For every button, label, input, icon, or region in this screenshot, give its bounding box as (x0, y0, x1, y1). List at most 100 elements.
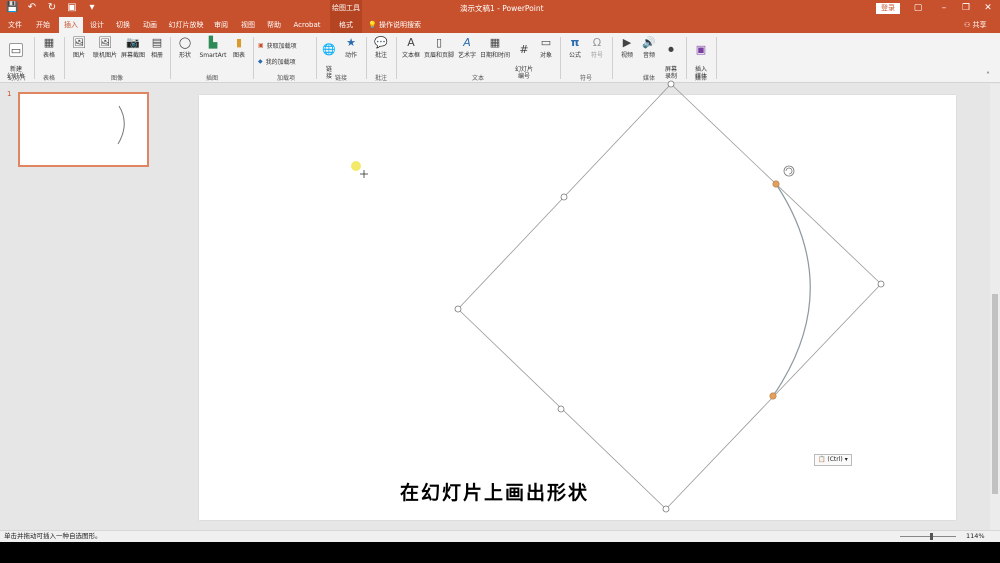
ribbon-separator (253, 37, 254, 79)
smartart-button[interactable]: ▙ SmartArt (198, 36, 228, 59)
object-label: 对象 (539, 52, 552, 59)
slide-thumbnail[interactable] (18, 92, 149, 167)
group-text-label: 文本 (471, 75, 484, 82)
zoom-slider[interactable] (900, 533, 956, 540)
ribbon-separator (716, 37, 717, 79)
ribbon-display-options-icon[interactable]: ▢ (908, 0, 928, 17)
header-footer-button[interactable]: ▯ 页眉和页脚 (423, 36, 455, 59)
object-button[interactable]: ▭ 对象 (537, 36, 555, 59)
search-box[interactable]: 💡 操作说明搜索 (368, 17, 421, 33)
minimize-icon[interactable]: – (934, 0, 954, 17)
tab-review[interactable]: 审阅 (210, 17, 232, 33)
tab-slideshow[interactable]: 幻灯片放映 (166, 17, 206, 33)
object-icon: ▭ (540, 36, 552, 49)
share-label: 共享 (972, 21, 987, 29)
vertical-scrollbar[interactable] (990, 84, 1000, 530)
group-comments-label: 批注 (374, 75, 387, 82)
ribbon-separator (560, 37, 561, 79)
speaker-icon: 🔊 (642, 36, 656, 49)
picture-button[interactable]: 🖼 图片 (68, 36, 90, 59)
zoom-slider-knob[interactable] (930, 533, 933, 540)
tab-acrobat[interactable]: Acrobat (290, 17, 324, 33)
equation-button[interactable]: π 公式 (564, 36, 586, 59)
slide-thumbnail-number: 1 (7, 90, 12, 98)
equation-label: 公式 (568, 52, 581, 59)
action-label: 动作 (344, 52, 357, 59)
tab-animations[interactable]: 动画 (138, 17, 162, 33)
ribbon: ▭ 新建 幻灯片 幻灯片 ▦ 表格 表格 🖼 图片 🖼 联机图片 📷 屏幕截图 … (0, 33, 1000, 83)
ribbon-separator (686, 37, 687, 79)
person-icon: ⚇ (964, 21, 971, 29)
ribbon-tabs: 文件 开始 插入 设计 切换 动画 幻灯片放映 审阅 视图 帮助 Acrobat… (0, 17, 1000, 33)
wordart-label: 艺术字 (457, 52, 476, 59)
collapse-ribbon-icon[interactable]: ˄ (986, 71, 990, 80)
tab-home[interactable]: 开始 (30, 17, 56, 33)
shapes-button[interactable]: ◯ 形状 (174, 36, 196, 59)
tab-file[interactable]: 文件 (4, 17, 26, 33)
group-symbols-label: 符号 (579, 75, 592, 82)
tab-insert[interactable]: 插入 (59, 17, 83, 33)
clipboard-icon: 📋 (818, 456, 826, 463)
video-caption: 在幻灯片上画出形状 (400, 482, 590, 504)
quick-access-toolbar: 💾 ↶ ↻ ▣ ▾ (6, 2, 98, 13)
new-slide-icon: ▭ (9, 43, 23, 57)
insert-media-icon: ▣ (695, 43, 707, 56)
zoom-level[interactable]: 114% (966, 531, 985, 542)
start-from-beginning-icon[interactable]: ▣ (66, 2, 78, 13)
search-label: 操作说明搜索 (378, 21, 421, 29)
group-links-label: 链接 (334, 75, 347, 82)
album-button[interactable]: ▤ 相册 (148, 36, 166, 59)
group-images-label: 图像 (110, 75, 123, 82)
paste-options-button[interactable]: 📋 (Ctrl) ▾ (814, 454, 852, 466)
get-addins-button[interactable]: ▣ 获取加载项 (258, 41, 297, 50)
camera-icon: 📷 (126, 36, 140, 49)
my-addins-button[interactable]: ◆ 我的加载项 (258, 57, 296, 66)
star-action-icon: ★ (346, 36, 356, 49)
status-bar: 单击并拖动可插入一种自选图形。 114% (0, 530, 1000, 542)
datetime-button[interactable]: ▦ 日期和时间 (479, 36, 511, 59)
tab-view[interactable]: 视图 (237, 17, 259, 33)
restore-icon[interactable]: ❐ (956, 0, 976, 17)
screen-record-icon: ⏺ (668, 43, 674, 56)
comment-label: 批注 (374, 52, 387, 59)
video-button[interactable]: ▶ 视频 (616, 36, 638, 59)
audio-button[interactable]: 🔊 音频 (639, 36, 659, 59)
tab-format[interactable]: 格式 (330, 17, 362, 33)
textbox-button[interactable]: A 文本框 (400, 36, 422, 59)
chart-button[interactable]: ▮ 图表 (229, 36, 249, 59)
group-media-label: 媒体 (642, 75, 655, 82)
pi-icon: π (570, 36, 580, 49)
share-button[interactable]: ⚇ 共享 (964, 17, 987, 33)
tab-design[interactable]: 设计 (86, 17, 108, 33)
customize-qat-icon[interactable]: ▾ (86, 2, 98, 13)
globe-link-icon: 🌐 (322, 43, 336, 56)
symbol-button[interactable]: Ω 符号 (587, 36, 607, 59)
smartart-label: SmartArt (199, 52, 227, 59)
thumbnail-arc-preview (117, 105, 125, 145)
login-button[interactable]: 登录 (876, 3, 900, 14)
album-label: 相册 (150, 52, 163, 59)
close-icon[interactable]: ✕ (978, 0, 998, 17)
online-picture-label: 联机图片 (92, 52, 117, 59)
action-button[interactable]: ★ 动作 (341, 36, 361, 59)
table-button[interactable]: ▦ 表格 (38, 36, 60, 59)
wordart-button[interactable]: A 艺术字 (456, 36, 478, 59)
comment-button[interactable]: 💬 批注 (370, 36, 392, 59)
video-icon: ▶ (622, 36, 632, 49)
chart-icon: ▮ (235, 36, 243, 49)
save-icon[interactable]: 💾 (6, 2, 18, 13)
title-bar: 💾 ↶ ↻ ▣ ▾ 绘图工具 演示文稿1 - PowerPoint 登录 ▢ –… (0, 0, 1000, 17)
textbox-icon: A (407, 36, 415, 49)
ribbon-separator (612, 37, 613, 79)
scrollbar-thumb[interactable] (992, 294, 998, 494)
header-footer-label: 页眉和页脚 (423, 52, 454, 59)
tab-transitions[interactable]: 切换 (112, 17, 134, 33)
tab-help[interactable]: 帮助 (263, 17, 285, 33)
video-letterbox (0, 542, 1000, 563)
undo-icon[interactable]: ↶ (26, 2, 38, 13)
screenshot-button[interactable]: 📷 屏幕截图 (120, 36, 146, 59)
my-addins-label: 我的加载项 (265, 59, 296, 66)
picture-icon: 🖼 (72, 36, 86, 49)
online-picture-button[interactable]: 🖼 联机图片 (91, 36, 119, 59)
redo-icon[interactable]: ↻ (46, 2, 58, 13)
